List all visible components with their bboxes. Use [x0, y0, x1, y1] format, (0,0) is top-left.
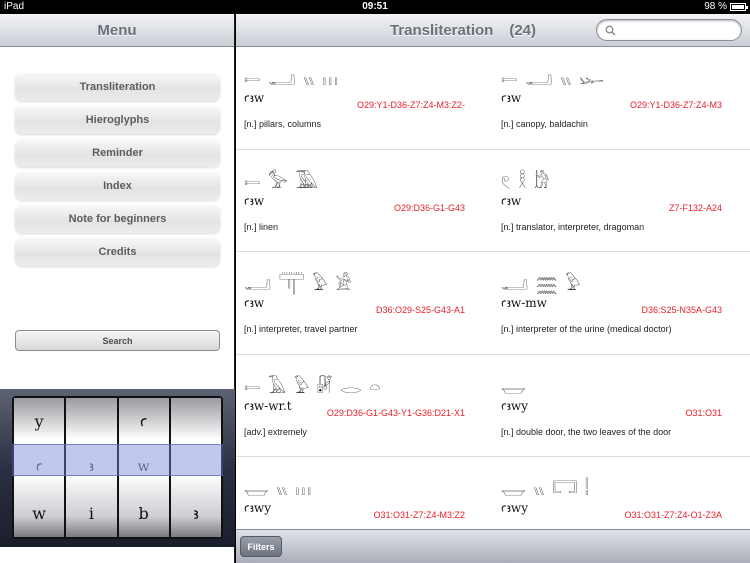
hieroglyphs: 𓍿 𓂝 𓏭 𓏥 — [244, 69, 339, 90]
meaning: [n.] double door, the two leaves of the … — [501, 426, 672, 437]
hieroglyphs: 𓂝 𓋳 𓅱 𓀀 — [244, 274, 353, 295]
gardiner-code: O29:D36-G1-G43-Y1-G36:D21-X1 — [326, 407, 465, 418]
picker-cell[interactable]: i — [66, 491, 116, 537]
picker-wheel-3[interactable]: ꜥ w b — [118, 398, 169, 537]
filters-button[interactable]: Filters — [240, 536, 282, 557]
gardiner-code: O29:Y1-D36-Z7:Z4-M3 — [629, 100, 722, 110]
sidebar-navbar: Menu — [0, 14, 234, 47]
entry-cell[interactable]: 𓍿 𓂝 𓏭 𓆱 ꜥꜣw O29:Y1-D36-Z7:Z4-M3 [n.] can… — [493, 47, 750, 150]
hieroglyphs: 𓉿 𓏭 𓉐 𓏪 — [501, 479, 590, 500]
hieroglyphs: 𓉿 𓏭 𓏥 — [244, 479, 313, 500]
transliteration-picker: y ꜥ w ꜣ i ꜥ w b ꜣ — [0, 389, 235, 547]
meaning: [n.] canopy, baldachin — [501, 119, 588, 129]
gardiner-code: O31:O31-Z7:Z4-M3:Z2 — [373, 510, 465, 520]
picker-cell[interactable]: y — [14, 398, 64, 444]
picker-cell[interactable]: w — [14, 491, 64, 537]
result-count: (24) — [509, 21, 537, 39]
picker-cell[interactable]: ꜣ — [171, 491, 221, 537]
search-input[interactable] — [620, 24, 730, 36]
picker-cell-selected[interactable]: w — [119, 444, 169, 490]
page-title: Transliteration — [389, 21, 494, 39]
hieroglyphs: 𓏲 𓎛 𓀘 — [501, 171, 551, 193]
battery-icon — [730, 2, 748, 11]
gardiner-code: D36:S25-N35A-G43 — [641, 305, 722, 315]
search-icon — [605, 25, 616, 36]
entry-cell[interactable]: 𓍿 𓅞 𓅀 ꜥꜣw O29:D36-G1-G43 [n.] linen — [236, 150, 493, 252]
search-field[interactable] — [596, 19, 742, 41]
menu-item-hieroglyphs[interactable]: Hieroglyphs — [15, 105, 220, 134]
status-bar: iPad 09:51 98 % — [0, 0, 750, 14]
meaning: [n.] pillars, columns — [244, 119, 322, 129]
menu-list: Transliteration Hieroglyphs Reminder Ind… — [15, 72, 220, 270]
meaning: [n.] interpreter, travel partner — [244, 324, 358, 334]
meaning: [n.] translator, interpreter, dragoman — [501, 221, 645, 232]
gardiner-code: D36:O29-S25-G43-A1 — [375, 305, 465, 315]
picker-cell-selected[interactable]: ꜣ — [66, 444, 116, 490]
hieroglyphs: 𓂝 𓈗 𓅱 — [501, 274, 582, 295]
meaning: [n.] linen — [244, 221, 279, 232]
entry-cell[interactable]: 𓂝 𓋳 𓅱 𓀀 ꜥꜣw D36:O29-S25-G43-A1 [n.] inte… — [236, 252, 493, 355]
entry-cell[interactable]: 𓏲 𓎛 𓀘 ꜥꜣw Z7-F132-A24 [n.] translator, i… — [493, 150, 750, 252]
menu-item-credits[interactable]: Credits — [15, 237, 220, 266]
picker-wheel-4[interactable]: ꜣ — [170, 398, 221, 537]
menu-item-transliteration[interactable]: Transliteration — [15, 72, 220, 101]
menu-item-note-for-beginners[interactable]: Note for beginners — [15, 204, 220, 233]
picker-cell[interactable] — [66, 398, 116, 444]
menu-item-index[interactable]: Index — [15, 171, 220, 200]
entry-cell[interactable]: 𓍿 𓄿 𓅱 𓏞 𓂋 𓏏 ꜥꜣw-wr.t O29:D36-G1-G43-Y1-G… — [236, 355, 493, 457]
picker-cell[interactable] — [171, 398, 221, 444]
picker-cell-selected[interactable] — [171, 444, 221, 490]
entry-cell[interactable]: 𓉿 𓏭 𓏥 ꜥꜣwy O31:O31-Z7:Z4-M3:Z2 — [236, 457, 493, 529]
entries-grid: 𓍿 𓂝 𓏭 𓏥 ꜥꜣw O29:Y1-D36-Z7:Z4-M3:Z2- [n.]… — [236, 47, 750, 529]
hieroglyphs: 𓍿 𓂝 𓏭 𓆱 — [501, 69, 605, 90]
picker-wheel-2[interactable]: ꜣ i — [66, 398, 117, 537]
hieroglyphs: 𓍿 𓄿 𓅱 𓏞 𓂋 𓏏 — [244, 376, 382, 398]
main-navbar: Transliteration (24) — [236, 14, 750, 47]
hieroglyphs: 𓍿 𓅞 𓅀 — [244, 171, 319, 193]
gardiner-code: O29:Y1-D36-Z7:Z4-M3:Z2- — [356, 100, 465, 110]
picker-cell-selected[interactable]: ꜥ — [14, 444, 64, 490]
picker-wheel-1[interactable]: y ꜥ w — [14, 398, 65, 537]
picker-frame: y ꜥ w ꜣ i ꜥ w b ꜣ — [12, 396, 223, 539]
menu-item-reminder[interactable]: Reminder — [15, 138, 220, 167]
gardiner-code: O31:O31 — [685, 407, 722, 418]
battery-status: 98 % — [704, 1, 748, 12]
gardiner-code: O31:O31-Z7:Z4-O1-Z3A — [624, 510, 722, 520]
entry-cell[interactable]: 𓍿 𓂝 𓏭 𓏥 ꜥꜣw O29:Y1-D36-Z7:Z4-M3:Z2- [n.]… — [236, 47, 493, 150]
sidebar: Menu Transliteration Hieroglyphs Reminde… — [0, 14, 235, 563]
clock: 09:51 — [362, 1, 388, 12]
entry-cell[interactable]: 𓂝 𓈗 𓅱 ꜥꜣw-mw D36:S25-N35A-G43 [n.] inter… — [493, 252, 750, 355]
main-panel: Transliteration (24) 𓍿 𓂝 𓏭 𓏥 ꜥꜣw O29:Y1-… — [236, 14, 750, 563]
sidebar-title: Menu — [97, 21, 137, 39]
gardiner-code: O29:D36-G1-G43 — [393, 202, 465, 213]
meaning: [n.] interpreter of the urine (medical d… — [501, 324, 672, 334]
gardiner-code: Z7-F132-A24 — [668, 202, 722, 213]
entry-cell[interactable]: 𓉿 ꜥꜣwy O31:O31 [n.] double door, the two… — [493, 355, 750, 457]
bottom-toolbar: Filters — [236, 529, 750, 563]
search-button[interactable]: Search — [15, 330, 220, 351]
picker-cell[interactable]: ꜥ — [119, 398, 169, 444]
meaning: [adv.] extremely — [244, 426, 307, 437]
battery-percent: 98 % — [704, 1, 727, 12]
picker-cell[interactable]: b — [119, 491, 169, 537]
entry-cell[interactable]: 𓉿 𓏭 𓉐 𓏪 ꜥꜣwy O31:O31-Z7:Z4-O1-Z3A — [493, 457, 750, 529]
hieroglyphs: 𓉿 — [501, 376, 527, 398]
